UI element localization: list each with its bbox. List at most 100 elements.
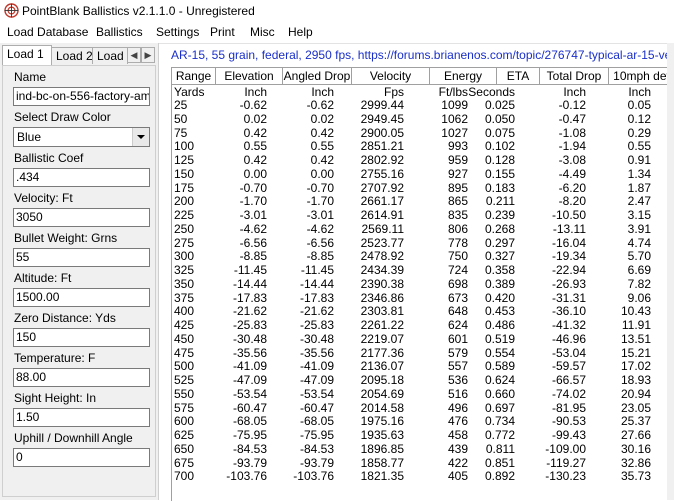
velocity-field[interactable]: 3050 xyxy=(13,208,150,227)
cell-eta: 0.892 xyxy=(484,469,515,484)
cell-velocity: 2434.39 xyxy=(360,263,404,277)
cell-elevation: -75.95 xyxy=(232,428,267,442)
cell-angled-drop: -30.48 xyxy=(299,331,334,346)
table-row: 350 -14.44 -14.44 2390.38 698 0.389 -26.93 7.82 xyxy=(172,276,674,291)
cell-velocity: 1896.85 xyxy=(360,441,404,456)
tab-load-1[interactable]: Load 1 xyxy=(2,45,52,65)
cell-10mph-def: 1.87 xyxy=(627,180,651,195)
tab-load-3[interactable]: Load xyxy=(92,47,128,64)
column-header-eta[interactable]: ETA xyxy=(497,68,540,85)
draw-color-value: Blue xyxy=(17,130,42,144)
cell-velocity: 2346.86 xyxy=(360,290,404,305)
cell-total-drop: -46.96 xyxy=(551,331,586,346)
column-header-angled-drop[interactable]: Angled Drop xyxy=(283,68,352,85)
column-header-elevation[interactable]: Elevation xyxy=(216,68,283,85)
cell-angled-drop: -35.56 xyxy=(299,345,334,360)
cell-total-drop: -16.04 xyxy=(551,235,586,250)
table-row: 575 -60.47 -60.47 2014.58 496 0.697 -81.95 23.0… xyxy=(172,400,674,415)
cell-10mph-def: 10.43 xyxy=(620,304,651,319)
cell-elevation: -53.54 xyxy=(232,386,267,401)
cell-total-drop: -10.50 xyxy=(551,208,586,222)
cell-total-drop: -3.08 xyxy=(558,153,586,167)
cell-eta: 0.519 xyxy=(484,331,515,346)
altitude-field[interactable]: 1500.00 xyxy=(13,288,150,307)
bullet-weight-field[interactable]: 55 xyxy=(13,248,150,267)
cell-elevation: -47.09 xyxy=(232,373,267,387)
cell-10mph-def: 9.06 xyxy=(627,290,651,305)
cell-10mph-def: 11.91 xyxy=(621,318,651,332)
load-form: Name ind-bc-on-556-factory-ammo Select D… xyxy=(2,65,156,497)
cell-eta: 0.155 xyxy=(484,166,515,181)
cell-elevation: -4.62 xyxy=(239,221,267,236)
cell-angled-drop: 0.42 xyxy=(310,153,334,167)
cell-total-drop: -119.27 xyxy=(546,455,586,470)
column-header-energy[interactable]: Energy xyxy=(430,68,497,85)
temperature-field[interactable]: 88.00 xyxy=(13,368,150,387)
cell-velocity: 2949.45 xyxy=(360,111,404,126)
cell-10mph-def: 7.82 xyxy=(627,276,651,291)
cell-elevation: 0.55 xyxy=(243,139,267,154)
tab-scroll-left-icon[interactable]: ◀ xyxy=(127,47,141,63)
menu-load-database[interactable]: Load Database xyxy=(7,25,88,39)
cell-eta: 0.389 xyxy=(484,276,515,291)
cell-velocity: 1821.35 xyxy=(360,469,404,484)
cell-10mph-def: 17.02 xyxy=(620,359,651,374)
column-header-range[interactable]: Range xyxy=(172,68,216,85)
cell-angled-drop: -8.85 xyxy=(306,249,334,264)
table-row: 25 -0.62 -0.62 2999.44 1099 0.025 -0.12 0.05 xyxy=(172,99,674,112)
cell-elevation: 0.00 xyxy=(243,166,267,181)
cell-total-drop: -99.43 xyxy=(551,428,586,442)
cell-10mph-def: 0.55 xyxy=(627,139,651,154)
table-row: 400 -21.62 -21.62 2303.81 648 0.453 -36.10 10.4… xyxy=(172,305,674,318)
menu-help[interactable]: Help xyxy=(288,25,313,39)
load-tabs: Load 1 Load 2 Load ◀ ▶ xyxy=(2,45,156,65)
ballistic-coef-field[interactable]: .434 xyxy=(13,168,150,187)
tab-scroll-right-icon[interactable]: ▶ xyxy=(141,47,155,63)
cell-elevation: -6.56 xyxy=(239,235,267,250)
cell-elevation: -14.44 xyxy=(232,276,267,291)
cell-10mph-def: 0.12 xyxy=(627,111,651,126)
cell-eta: 0.589 xyxy=(484,359,515,374)
vertical-scrollbar[interactable] xyxy=(667,43,674,500)
tab-load-2[interactable]: Load 2 xyxy=(51,47,93,64)
load-title: AR-15, 55 grain, federal, 2950 fps, http… xyxy=(171,48,674,62)
zero-distance-field[interactable]: 150 xyxy=(13,328,150,347)
menu-print[interactable]: Print xyxy=(210,25,235,39)
cell-angled-drop: 0.55 xyxy=(310,139,334,154)
menu-ballistics[interactable]: Ballistics xyxy=(96,25,143,39)
cell-elevation: -41.09 xyxy=(232,359,267,374)
cell-10mph-def: 0.05 xyxy=(627,98,651,112)
cell-elevation: -0.62 xyxy=(239,98,267,112)
cell-eta: 0.050 xyxy=(484,111,515,126)
cell-angled-drop: -0.62 xyxy=(306,98,334,112)
ballistic-coef-label: Ballistic Coef xyxy=(14,151,84,165)
cell-angled-drop: -17.83 xyxy=(299,290,334,305)
column-header-velocity[interactable]: Velocity xyxy=(352,68,430,85)
chevron-down-icon[interactable] xyxy=(132,128,149,146)
cell-10mph-def: 2.47 xyxy=(627,194,651,209)
cell-eta: 0.025 xyxy=(484,98,515,112)
draw-color-select[interactable]: Blue xyxy=(13,127,150,147)
angle-label: Uphill / Downhill Angle xyxy=(14,431,133,445)
menu-settings[interactable]: Settings xyxy=(156,25,199,39)
cell-total-drop: -59.57 xyxy=(551,359,586,374)
draw-color-label: Select Draw Color xyxy=(14,110,111,124)
menu-bar: Load Database Ballistics Settings Print … xyxy=(0,22,674,44)
name-field[interactable]: ind-bc-on-556-factory-ammo xyxy=(13,87,150,106)
cell-10mph-def: 0.91 xyxy=(627,153,651,167)
sight-height-field[interactable]: 1.50 xyxy=(13,408,150,427)
menu-misc[interactable]: Misc xyxy=(250,25,275,39)
column-header-total-drop[interactable]: Total Drop xyxy=(540,68,609,85)
table-row: 50 0.02 0.02 2949.45 1062 0.050 -0.47 0.12 xyxy=(172,111,674,126)
cell-elevation: -68.05 xyxy=(232,414,267,429)
cell-total-drop: -0.47 xyxy=(558,111,586,126)
cell-velocity: 2661.17 xyxy=(360,194,404,209)
cell-angled-drop: -60.47 xyxy=(299,400,334,415)
column-header-10mph-def[interactable]: 10mph def xyxy=(609,68,674,85)
cell-total-drop: -90.53 xyxy=(551,414,586,429)
load-settings-panel: Load 1 Load 2 Load ◀ ▶ Name ind-bc-on-55… xyxy=(0,43,159,500)
cell-elevation: -11.45 xyxy=(233,263,267,277)
angle-field[interactable]: 0 xyxy=(13,448,150,467)
table-row: 500 -41.09 -41.09 2136.07 557 0.589 -59.57 17.0… xyxy=(172,360,674,373)
cell-total-drop: -26.93 xyxy=(551,276,586,291)
